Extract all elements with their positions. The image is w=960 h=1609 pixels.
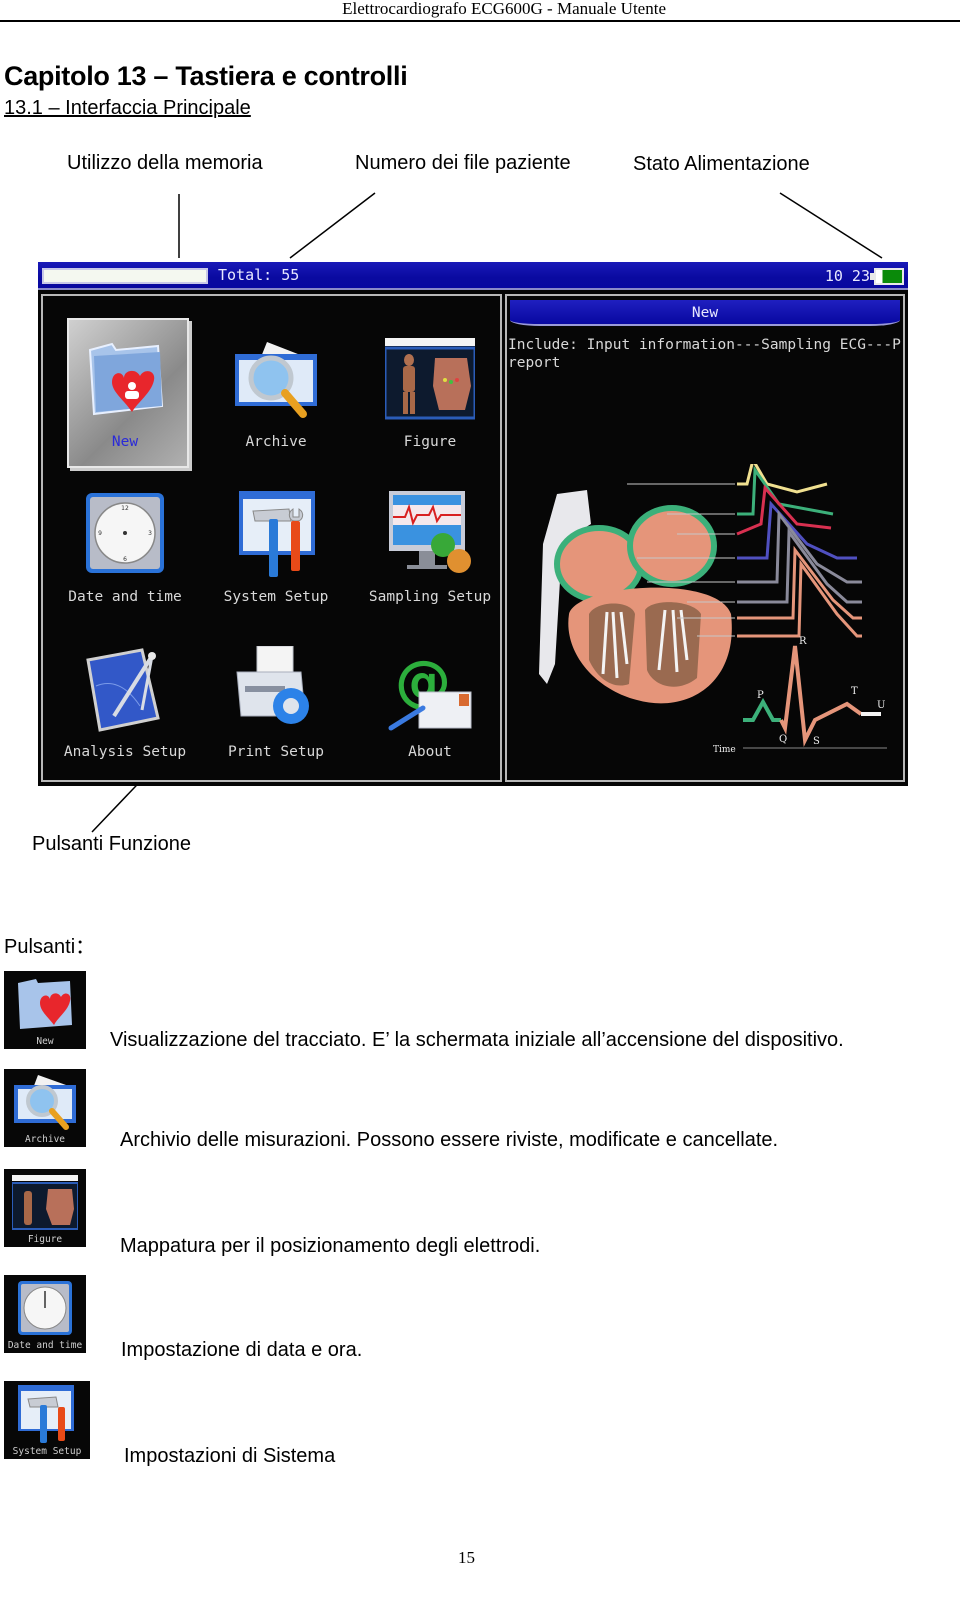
chapter-title: Capitolo 13 – Tastiera e controlli — [4, 61, 408, 91]
battery-icon — [870, 268, 904, 285]
wave-label-p: P — [757, 690, 764, 701]
page-number: 15 — [458, 1548, 475, 1567]
wave-label-time: Time — [713, 745, 736, 754]
electrode-figure-icon: Figure — [4, 1169, 86, 1247]
info-panel-title: New — [510, 300, 900, 326]
callout-power-status: Stato Alimentazione — [633, 153, 810, 175]
menu-item-about[interactable]: @ About — [355, 636, 505, 786]
legend-icon-label: New — [36, 1036, 54, 1047]
section-title: 13.1 – Interfaccia Principale — [4, 97, 251, 119]
clock-icon: 12 6 9 3 — [80, 491, 170, 579]
legend-description: Impostazioni di Sistema — [124, 1445, 336, 1467]
legend-description: Visualizzazione del tracciato. E’ la sch… — [110, 1029, 844, 1051]
status-bar: Total: 55 10 23 — [38, 262, 908, 290]
wave-label-q: Q — [779, 734, 787, 745]
legend-icon-label: Figure — [27, 1234, 63, 1245]
clock-icon: Date and time — [4, 1275, 86, 1353]
svg-text:9: 9 — [98, 530, 102, 537]
menu-item-label: Sampling Setup — [368, 589, 492, 605]
new-patient-folder-heart-icon — [80, 336, 170, 424]
menu-item-label: Analysis Setup — [63, 744, 187, 760]
callout-patient-file-count: Numero dei file paziente — [355, 152, 571, 174]
legend-description: Archivio delle misurazioni. Possono esse… — [120, 1129, 779, 1151]
menu-item-label: About — [408, 744, 452, 760]
new-patient-folder-heart-icon: New — [4, 971, 86, 1049]
wave-label-u: U — [877, 700, 885, 711]
legend-icon-label: Date and time — [7, 1340, 83, 1351]
svg-text:6: 6 — [123, 556, 127, 563]
menu-item-label: New — [111, 434, 139, 450]
menu-item-label: Date and time — [68, 589, 182, 605]
memory-usage-bar — [42, 268, 208, 284]
hammer-wrench-icon: System Setup — [4, 1381, 90, 1459]
menu-item-sampling-setup[interactable]: Sampling Setup — [355, 481, 505, 631]
wave-label-s: S — [813, 736, 820, 747]
wave-label-t: T — [851, 686, 858, 697]
menu-item-analysis-setup[interactable]: Analysis Setup — [50, 636, 200, 786]
leader-file-count — [289, 192, 376, 259]
menu-item-new[interactable]: New — [50, 318, 200, 476]
menu-item-label: System Setup — [223, 589, 329, 605]
running-header: Elettrocardiografo ECG600G - Manuale Ute… — [342, 0, 666, 18]
device-screen: Total: 55 10 23 New Archive Figure 12 6 … — [38, 262, 908, 786]
legend-description: Mappatura per il posizionamento degli el… — [120, 1235, 541, 1257]
legend-icon-label: System Setup — [12, 1446, 82, 1457]
hammer-wrench-icon — [231, 491, 321, 579]
svg-text:3: 3 — [148, 530, 152, 537]
menu-item-print-setup[interactable]: Print Setup — [201, 636, 351, 786]
menu-item-system-setup[interactable]: System Setup — [201, 481, 351, 631]
archive-magnifier-icon: Archive — [4, 1069, 86, 1147]
electrode-figure-icon — [383, 336, 477, 424]
leader-power — [779, 192, 883, 259]
menu-item-archive[interactable]: Archive — [201, 326, 351, 476]
legend-description: Impostazione di data e ora. — [121, 1339, 363, 1361]
printer-gear-icon — [231, 645, 321, 734]
archive-magnifier-icon — [231, 336, 321, 424]
monitor-gear-icon — [385, 491, 475, 579]
info-panel-description: Include: Input information---Sampling EC… — [508, 337, 901, 371]
heart-conduction-ecg-illustration: P Q R S T U Time — [539, 464, 887, 754]
menu-item-date-and-time[interactable]: 12 6 9 3 Date and time — [50, 481, 200, 631]
menu-item-figure[interactable]: Figure — [355, 326, 505, 476]
menu-item-label: Archive — [245, 434, 307, 450]
function-menu-panel: New Archive Figure 12 6 9 3 Date and tim… — [41, 294, 502, 782]
svg-text:12: 12 — [121, 505, 129, 512]
header-rule — [0, 20, 960, 22]
patient-file-total: Total: 55 — [218, 266, 300, 284]
callout-leader-lines — [91, 192, 883, 833]
callout-function-buttons: Pulsanti Funzione — [32, 833, 191, 855]
legend-icon-label: Archive — [24, 1134, 66, 1145]
menu-item-label: Figure — [403, 434, 457, 450]
menu-item-label: Print Setup — [227, 744, 325, 760]
buttons-section-heading: Pulsanti： — [4, 936, 96, 958]
item-info-panel: New Include: Input information---Samplin… — [505, 294, 905, 782]
wave-label-r: R — [799, 636, 807, 647]
compass-blueprint-icon — [80, 646, 170, 734]
callout-memory-usage: Utilizzo della memoria — [67, 152, 263, 174]
clock-time: 10 23 — [824, 267, 870, 285]
at-sign-envelope-icon: @ — [385, 646, 475, 734]
